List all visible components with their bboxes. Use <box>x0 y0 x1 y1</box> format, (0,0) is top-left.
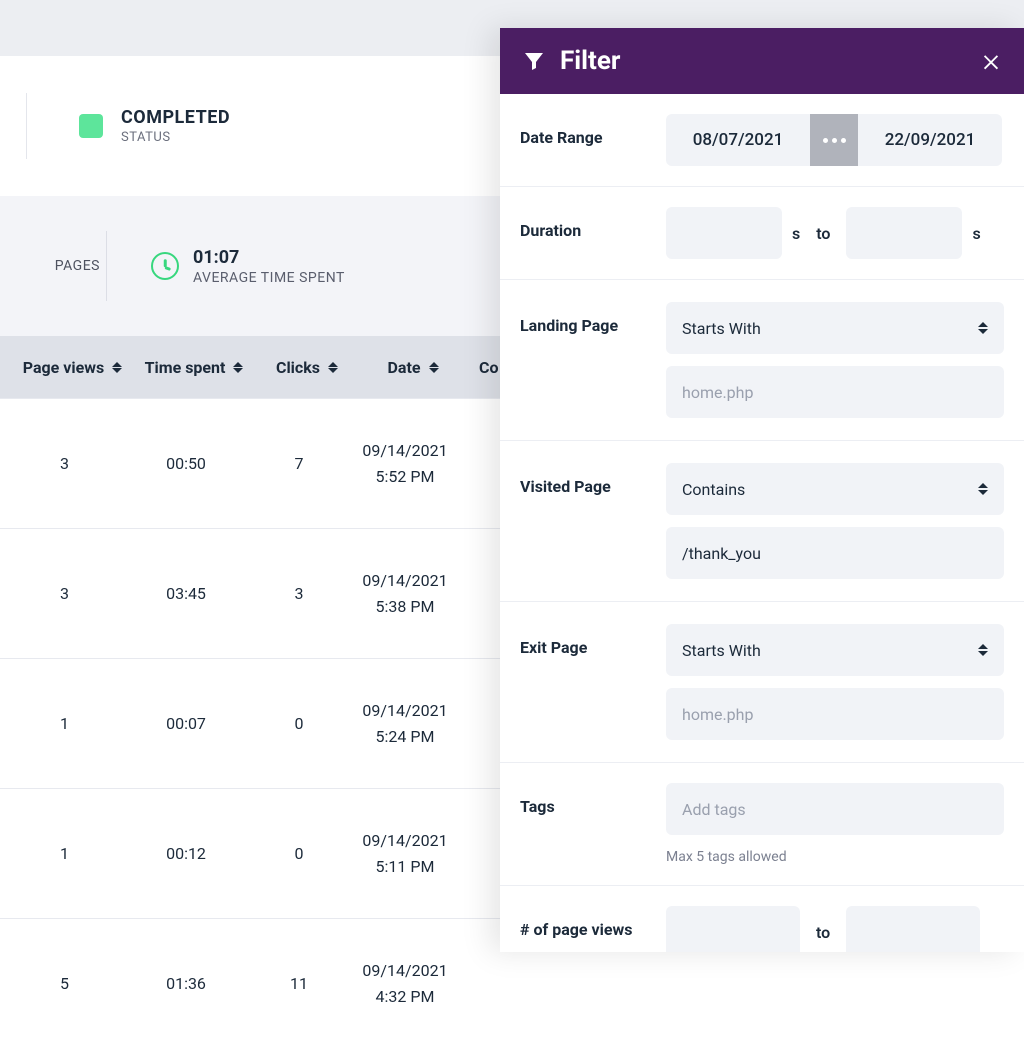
filter-row-duration: Duration s to s <box>500 187 1024 280</box>
th-time-spent[interactable]: Time spent <box>129 358 259 377</box>
filter-header: Filter <box>500 28 1024 94</box>
cell-page-views: 5 <box>8 972 121 996</box>
cell-clicks: 3 <box>251 582 347 606</box>
filter-row-date-range: Date Range <box>500 94 1024 187</box>
cell-time-spent: 03:45 <box>121 582 251 606</box>
status-text: COMPLETED STATUS <box>121 107 230 145</box>
select-caret-icon <box>978 322 988 334</box>
pages-label-partial: PAGES <box>0 258 100 274</box>
cell-date: 09/14/20215:38 PM <box>347 568 463 619</box>
status-title: COMPLETED <box>121 107 230 128</box>
cell-clicks: 0 <box>251 842 347 866</box>
unit-seconds: s <box>972 224 980 243</box>
divider <box>26 93 27 159</box>
tags-input[interactable] <box>666 783 1004 835</box>
landing-page-op-select[interactable]: Starts With <box>666 302 1004 354</box>
th-clicks[interactable]: Clicks <box>259 358 355 377</box>
exit-page-op-select[interactable]: Starts With <box>666 624 1004 676</box>
label-landing-page: Landing Page <box>520 302 650 418</box>
landing-page-value-input[interactable] <box>666 366 1004 418</box>
th-date[interactable]: Date <box>355 358 471 377</box>
cell-date: 09/14/20215:52 PM <box>347 438 463 489</box>
filter-row-pageviews: # of page views to <box>500 886 1024 952</box>
duration-from-input[interactable] <box>666 207 782 259</box>
visited-page-op-select[interactable]: Contains <box>666 463 1004 515</box>
filter-row-tags: Tags Max 5 tags allowed <box>500 763 1024 886</box>
pageviews-from-input[interactable] <box>666 906 800 952</box>
avg-time-label: AVERAGE TIME SPENT <box>193 270 345 286</box>
date-from-input[interactable] <box>666 114 810 166</box>
avg-time-value: 01:07 <box>193 247 345 268</box>
cell-clicks: 0 <box>251 712 347 736</box>
row-handle <box>0 529 8 658</box>
cell-time-spent: 00:12 <box>121 842 251 866</box>
sort-icon <box>233 362 243 373</box>
cell-page-views: 1 <box>8 842 121 866</box>
filter-row-exit-page: Exit Page Starts With <box>500 602 1024 763</box>
filter-title: Filter <box>522 46 620 76</box>
row-handle <box>0 919 8 1048</box>
th-page-views[interactable]: Page views <box>16 358 129 377</box>
cell-date: 09/14/20215:24 PM <box>347 698 463 749</box>
pageviews-to-input[interactable] <box>846 906 980 952</box>
filter-icon <box>522 49 546 73</box>
cell-time-spent: 00:07 <box>121 712 251 736</box>
filter-row-visited-page: Visited Page Contains <box>500 441 1024 602</box>
cell-clicks: 7 <box>251 452 347 476</box>
label-visited-page: Visited Page <box>520 463 650 579</box>
avg-time-text: 01:07 AVERAGE TIME SPENT <box>193 247 345 286</box>
label-duration: Duration <box>520 207 650 259</box>
cell-date: 09/14/20215:11 PM <box>347 828 463 879</box>
cell-date: 09/14/20214:32 PM <box>347 958 463 1009</box>
separator-to: to <box>810 224 836 243</box>
select-caret-icon <box>978 483 988 495</box>
cell-time-spent: 01:36 <box>121 972 251 996</box>
filter-body: Date Range Duration s to s <box>500 94 1024 952</box>
separator-to: to <box>810 923 836 942</box>
cell-page-views: 3 <box>8 452 121 476</box>
status-swatch <box>79 114 103 138</box>
label-pageviews: # of page views <box>520 906 650 952</box>
cell-page-views: 3 <box>8 582 121 606</box>
status-sublabel: STATUS <box>121 130 230 145</box>
select-caret-icon <box>978 644 988 656</box>
label-date-range: Date Range <box>520 114 650 166</box>
cell-page-views: 1 <box>8 712 121 736</box>
row-handle <box>0 659 8 788</box>
filter-panel: Filter Date Range Duration s <box>500 28 1024 952</box>
divider <box>106 231 107 301</box>
exit-page-value-input[interactable] <box>666 688 1004 740</box>
sort-icon <box>112 362 122 373</box>
label-exit-page: Exit Page <box>520 624 650 740</box>
label-tags: Tags <box>520 783 650 865</box>
filter-row-landing-page: Landing Page Starts With <box>500 280 1024 441</box>
sort-icon <box>328 362 338 373</box>
avg-time-block: 01:07 AVERAGE TIME SPENT <box>151 247 345 286</box>
row-handle <box>0 789 8 918</box>
close-icon[interactable] <box>980 50 1002 72</box>
unit-seconds: s <box>792 224 800 243</box>
duration-to-input[interactable] <box>846 207 962 259</box>
visited-page-value-input[interactable] <box>666 527 1004 579</box>
date-range-separator-icon <box>810 114 858 166</box>
date-to-input[interactable] <box>858 114 1002 166</box>
cell-time-spent: 00:50 <box>121 452 251 476</box>
sort-icon <box>429 362 439 373</box>
tags-hint: Max 5 tags allowed <box>666 849 1004 865</box>
clock-icon <box>151 252 179 280</box>
row-handle <box>0 399 8 528</box>
cell-clicks: 11 <box>251 972 347 996</box>
